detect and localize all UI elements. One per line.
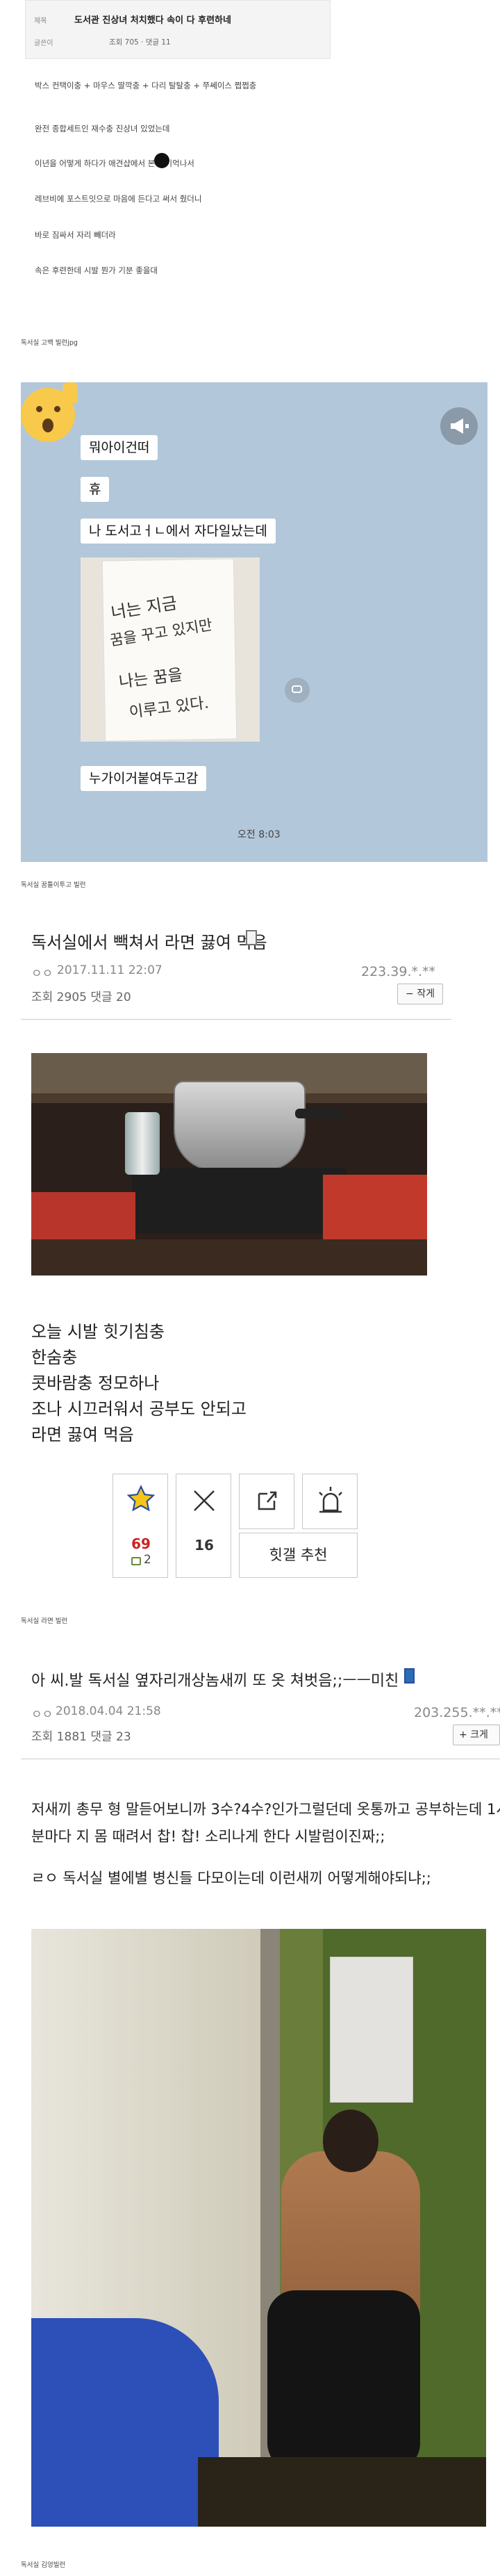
ramen-pot <box>174 1081 306 1171</box>
note-line: 이루고 있다. <box>128 694 210 722</box>
note-line: 나는 꿈을 <box>117 665 184 692</box>
capture1-line: 이년을 어떻게 하다가 애견샵에서 본게 기억나서 <box>35 158 194 168</box>
post1-font-size-button[interactable]: − 작게 <box>397 984 443 1004</box>
ramen-photo[interactable] <box>31 1053 427 1275</box>
post2-stats: 조회 1881 댓글 23 <box>31 1730 131 1744</box>
downvote-count: 16 <box>194 1537 214 1554</box>
upvote-sub-count: 2 <box>144 1553 151 1567</box>
downvote-button[interactable]: 16 <box>176 1474 231 1578</box>
study-room-photo[interactable] <box>31 1929 486 2527</box>
share-box-icon <box>258 1491 277 1510</box>
post2-body-line: 분마다 지 몸 때려서 찹! 찹! 소리나게 한다 시발럼이진짜;; <box>31 1828 385 1845</box>
note-line: 너는 지금 <box>109 593 178 623</box>
chat-message: 나 도서고ㅓㄴ에서 자다일났는데 <box>81 519 276 544</box>
post1-caption: 독서실 라면 빌런 <box>21 1617 68 1625</box>
chat-message: 뭐아이건떠 <box>81 435 158 460</box>
document-icon <box>404 1668 415 1684</box>
share-icon[interactable] <box>285 678 310 703</box>
chat-timestamp: 오전 8:03 <box>238 829 281 840</box>
note-paper: 너는 지금 꿈을 꾸고 있지만 나는 꿈을 이루고 있다. <box>102 559 237 741</box>
post2-nick: ㅇㅇ <box>31 1708 53 1722</box>
x-icon <box>194 1490 215 1511</box>
pot-handle <box>295 1109 344 1118</box>
capture1-author-stats: 조회 705 · 댓글 11 <box>109 38 171 47</box>
capture1-line: 박스 컨택이충 + 마우스 딸깍충 + 다리 탈탈충 + 쭈쎄이스 쩝쩝충 <box>35 81 257 90</box>
portable-stove <box>132 1168 347 1234</box>
handwritten-note-photo[interactable]: 너는 지금 꿈을 꾸고 있지만 나는 꿈을 이루고 있다. <box>81 557 260 742</box>
document-icon <box>246 930 257 945</box>
post1-ip: 223.39.*.** <box>361 964 436 979</box>
post2-font-size-button[interactable]: + 크게 <box>453 1725 500 1745</box>
star-icon <box>126 1485 156 1512</box>
chat-message: 휴 <box>81 477 110 502</box>
comment-small-icon <box>131 1557 141 1565</box>
megaphone-icon[interactable] <box>440 407 478 445</box>
photo-floor <box>198 2457 486 2527</box>
capture1-line: 레브비에 포스트잇으로 마음에 든다고 써서 줬더니 <box>35 194 202 204</box>
capture1-line: 속은 후련한데 시발 뭔가 기분 좋을대 <box>35 266 158 275</box>
post1-title: 독서실에서 빽쳐서 라면 끓여 먹음 <box>31 933 267 952</box>
post1-stats: 조회 2905 댓글 20 <box>31 991 131 1004</box>
post2-caption: 독서실 김엉빌런 <box>21 2561 66 2569</box>
upvote-count: 69 <box>131 1535 151 1552</box>
post2-body-line: 저새끼 총무 형 말듣어보니까 3수?4수?인가그럴던데 옷통까고 공부하는데 … <box>31 1801 500 1818</box>
post1-body-line: 한숨충 <box>31 1348 78 1367</box>
post2-date: 2018.04.04 21:58 <box>56 1704 161 1718</box>
capture1-label-author: 글쓴이 <box>34 40 53 47</box>
capture1-label-title: 제목 <box>34 17 47 25</box>
desk-surface <box>31 1239 427 1275</box>
hit-gallery-recommend-button[interactable]: 힛갤 추천 <box>239 1533 358 1578</box>
scribble-blot <box>154 153 169 168</box>
capture1-caption: 독서실 고백 빌런jpg <box>21 339 78 347</box>
hanging-paper <box>330 1957 413 2103</box>
capture1-panel: 제목 도서관 진상녀 처치했다 속이 다 후련하네 글쓴이 조회 705 · 댓… <box>25 0 331 59</box>
capture1-line: 완전 종합세트인 재수충 진상녀 있었는데 <box>35 124 170 133</box>
post1-divider <box>21 1019 451 1020</box>
post2-body-line: ㄹㅇ 독서실 별에별 병신들 다모이는데 이런새끼 어떻게해야되냐;; <box>31 1870 431 1886</box>
chair-back <box>267 2290 420 2471</box>
share-button[interactable] <box>239 1474 294 1529</box>
post1-body-line: 조나 시끄러워서 공부도 안되고 <box>31 1399 247 1419</box>
capture1-line: 바로 짐싸서 자리 빼더라 <box>35 230 116 240</box>
capture2-caption: 독서실 꿈틀이투고 빌런 <box>21 881 86 889</box>
chat-capture: 뭐아이건떠 휴 나 도서고ㅓㄴ에서 자다일났는데 너는 지금 꿈을 꾸고 있지만… <box>21 382 488 862</box>
capture1-title: 도서관 진상녀 처치했다 속이 다 후련하네 <box>74 15 231 26</box>
post1-date: 2017.11.11 22:07 <box>57 963 162 977</box>
raised-hand-icon <box>62 382 78 403</box>
post1-body-line: 오늘 시발 힛기침충 <box>31 1322 165 1342</box>
chat-message: 누가이거붙여두고감 <box>81 766 207 791</box>
post1-body-line: 콧바람충 정모하나 <box>31 1373 160 1393</box>
post1-nick: ㅇㅇ <box>31 967 53 981</box>
report-button[interactable] <box>302 1474 358 1529</box>
post2-ip: 203.255.**.** <box>414 1705 500 1720</box>
upvote-button[interactable]: 69 2 <box>112 1474 168 1578</box>
siren-icon <box>319 1487 342 1513</box>
post1-body-line: 라면 끓여 먹음 <box>31 1425 134 1444</box>
blue-object <box>31 2318 219 2527</box>
post2-title: 아 씨.발 독서실 옆자리개상놈새끼 또 옷 쳐벗음;;ㅡㅡ미친 <box>31 1672 399 1690</box>
beverage-can <box>125 1112 160 1175</box>
person-head <box>323 2110 378 2172</box>
